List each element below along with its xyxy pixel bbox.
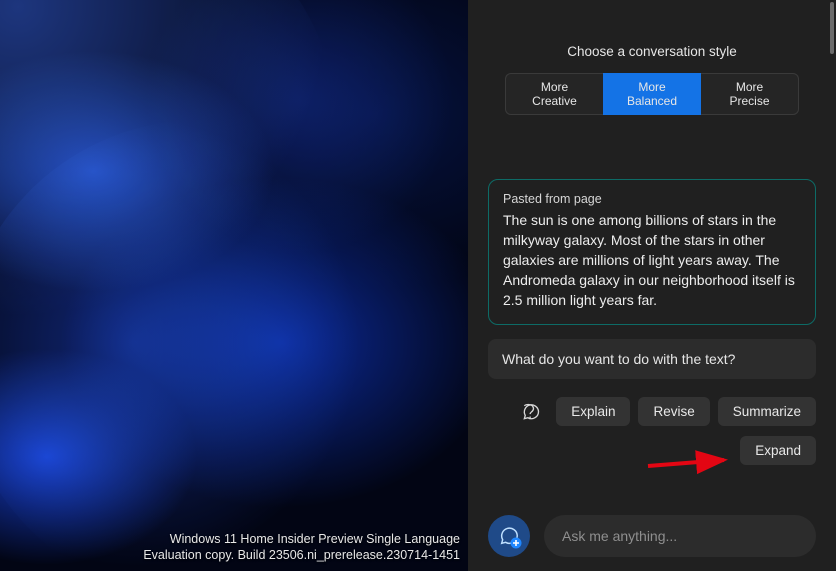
desktop-watermark: Windows 11 Home Insider Preview Single L…: [143, 531, 460, 563]
action-label: Revise: [653, 404, 694, 419]
followup-prompt: What do you want to do with the text?: [488, 339, 816, 379]
style-label-bottom: Creative: [532, 94, 577, 108]
conversation-style-heading: Choose a conversation style: [488, 44, 816, 59]
style-label-top: More: [736, 80, 763, 94]
watermark-line-2: Evaluation copy. Build 23506.ni_prerelea…: [143, 547, 460, 563]
action-explain-button[interactable]: Explain: [556, 397, 630, 426]
panel-scrollbar[interactable]: [830, 2, 834, 54]
ask-input[interactable]: [562, 528, 798, 544]
desktop-wallpaper: Windows 11 Home Insider Preview Single L…: [0, 0, 468, 571]
new-topic-button[interactable]: [488, 515, 530, 557]
pasted-header: Pasted from page: [503, 192, 801, 206]
compose-row: [488, 515, 816, 557]
style-precise-button[interactable]: More Precise: [701, 73, 799, 115]
action-label: Expand: [755, 443, 801, 458]
conversation-style-group: More Creative More Balanced More Precise: [488, 73, 816, 115]
style-label-top: More: [638, 80, 665, 94]
style-label-bottom: Balanced: [627, 94, 677, 108]
action-expand-button[interactable]: Expand: [740, 436, 816, 465]
pasted-body: The sun is one among billions of stars i…: [503, 210, 801, 310]
pasted-text-card: Pasted from page The sun is one among bi…: [488, 179, 816, 325]
style-label-bottom: Precise: [729, 94, 769, 108]
action-label: Summarize: [733, 404, 801, 419]
help-icon[interactable]: [520, 401, 542, 423]
copilot-panel: Choose a conversation style More Creativ…: [468, 0, 836, 571]
style-label-top: More: [541, 80, 568, 94]
style-creative-button[interactable]: More Creative: [505, 73, 603, 115]
watermark-line-1: Windows 11 Home Insider Preview Single L…: [143, 531, 460, 547]
suggested-actions-row-1: Explain Revise Summarize: [488, 397, 816, 426]
action-revise-button[interactable]: Revise: [638, 397, 709, 426]
action-label: Explain: [571, 404, 615, 419]
screenshot-root: Windows 11 Home Insider Preview Single L…: [0, 0, 836, 571]
style-balanced-button[interactable]: More Balanced: [603, 73, 701, 115]
suggested-actions-row-2: Expand: [488, 436, 816, 465]
ask-input-wrap[interactable]: [544, 515, 816, 557]
action-summarize-button[interactable]: Summarize: [718, 397, 816, 426]
